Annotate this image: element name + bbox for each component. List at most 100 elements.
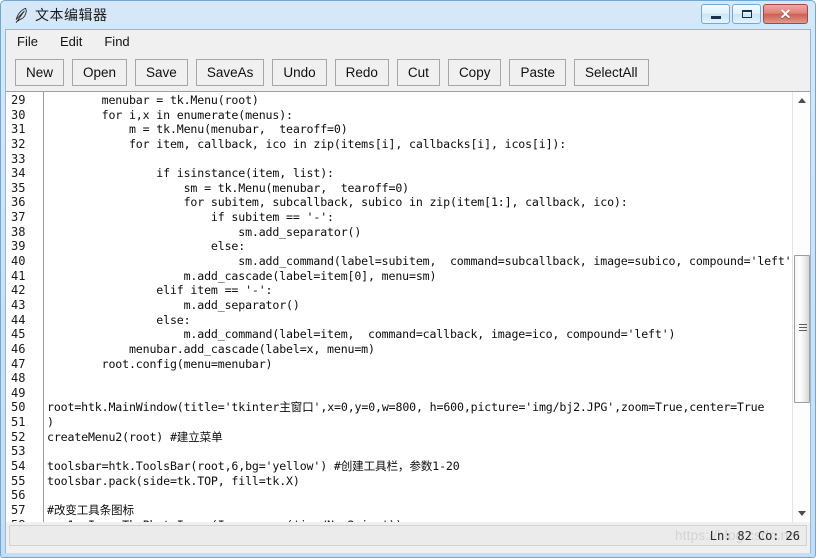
code-line: createMenu2(root) #建立菜单 <box>47 429 223 444</box>
line-number: 57 <box>11 502 26 517</box>
undo-button[interactable]: Undo <box>272 58 327 86</box>
client-area: File Edit Find New Open Save SaveAs Undo… <box>5 29 811 553</box>
cursor-position-indicator: Ln: 82 Co: 26 <box>704 529 800 543</box>
editor-area: 29 30 31 32 33 34 35 36 37 38 39 40 41 42 43 44 45 46 47 48… <box>6 91 810 522</box>
window-controls: ✕ <box>701 4 808 24</box>
code-line: menubar.add_cascade(label=x, menu=m) <box>47 341 375 356</box>
close-button[interactable]: ✕ <box>763 4 808 24</box>
title-bar[interactable]: 文本编辑器 ✕ <box>5 1 811 29</box>
chevron-up-icon <box>798 98 806 103</box>
line-number: 38 <box>11 224 26 239</box>
paste-button[interactable]: Paste <box>509 58 566 86</box>
scroll-down-button[interactable] <box>793 505 810 522</box>
line-number: 33 <box>11 151 26 166</box>
menu-item-file[interactable]: File <box>17 32 49 51</box>
application-window: 文本编辑器 ✕ File Edit Find New Open Save Sav… <box>0 0 816 558</box>
minimize-icon <box>710 15 721 19</box>
code-line: if subitem == '-': <box>47 210 334 225</box>
line-number: 45 <box>11 327 26 342</box>
line-number: 34 <box>11 166 26 181</box>
line-number-gutter: 29 30 31 32 33 34 35 36 37 38 39 40 41 42 43 44 45 46 47 48… <box>6 92 44 522</box>
code-line: sm.add_command(label=subitem, command=su… <box>47 254 791 269</box>
line-number: 31 <box>11 122 26 137</box>
line-number: 55 <box>11 473 26 488</box>
line-number: 50 <box>11 400 26 415</box>
line-label: Ln: <box>709 529 732 543</box>
line-number: 47 <box>11 356 26 371</box>
status-bar: https://blog.csdn.net Ln: 82 Co: 26 <box>6 522 810 553</box>
menu-item-edit[interactable]: Edit <box>60 32 93 51</box>
save-button[interactable]: Save <box>135 58 188 86</box>
line-number: 32 <box>11 136 26 151</box>
redo-button[interactable]: Redo <box>334 58 389 86</box>
line-number: 46 <box>11 341 26 356</box>
maximize-icon <box>741 10 752 18</box>
col-label: Co: <box>757 529 780 543</box>
line-number: 36 <box>11 195 26 210</box>
window-inner: 文本编辑器 ✕ File Edit Find New Open Save Sav… <box>5 1 811 553</box>
code-line: m = tk.Menu(menubar, tearoff=0) <box>47 122 348 137</box>
code-line: else: <box>47 312 191 327</box>
line-number: 48 <box>11 371 26 386</box>
line-number: 43 <box>11 297 26 312</box>
menu-bar: File Edit Find <box>6 30 810 53</box>
line-number: 35 <box>11 180 26 195</box>
line-number: 42 <box>11 283 26 298</box>
code-line: if isinstance(item, list): <box>47 166 334 181</box>
line-number: 40 <box>11 254 26 269</box>
code-line: for subitem, subcallback, subico in zip(… <box>47 195 628 210</box>
code-line: m.add_separator() <box>47 297 300 312</box>
line-number: 54 <box>11 459 26 474</box>
scroll-up-button[interactable] <box>793 92 810 109</box>
cut-button[interactable]: Cut <box>396 58 440 86</box>
code-line: menubar = tk.Menu(root) <box>47 93 259 107</box>
code-line: root=htk.MainWindow(title='tkinter主窗口',x… <box>47 400 765 415</box>
save-as-button[interactable]: SaveAs <box>195 58 265 86</box>
maximize-button[interactable] <box>732 4 761 24</box>
code-line: sm = tk.Menu(menubar, tearoff=0) <box>47 180 410 195</box>
line-number: 41 <box>11 268 26 283</box>
scrollbar-thumb[interactable] <box>794 255 810 403</box>
code-line: toolsbar=htk.ToolsBar(root,6,bg='yellow'… <box>47 459 460 474</box>
close-icon: ✕ <box>779 6 792 22</box>
code-line: toolsbar.pack(side=tk.TOP, fill=tk.X) <box>47 473 300 488</box>
code-line: for item, callback, ico in zip(items[i],… <box>47 136 567 151</box>
scrollbar-grip-icon <box>799 324 807 334</box>
vertical-scrollbar[interactable] <box>792 92 810 522</box>
line-number: 51 <box>11 415 26 430</box>
select-all-button[interactable]: SelectAll <box>573 58 649 86</box>
copy-button[interactable]: Copy <box>447 58 502 86</box>
quill-pen-icon <box>12 6 30 24</box>
code-line: m.add_cascade(label=item[0], menu=sm) <box>47 268 437 283</box>
code-line: for i,x in enumerate(menus): <box>47 107 293 122</box>
code-line: m.add_command(label=item, command=callba… <box>47 327 676 342</box>
open-button[interactable]: Open <box>72 58 128 86</box>
status-panel: https://blog.csdn.net Ln: 82 Co: 26 <box>9 525 807 546</box>
tool-bar: New Open Save SaveAs Undo Redo Cut Copy … <box>6 53 810 91</box>
menu-item-find[interactable]: Find <box>104 32 140 51</box>
line-number: 49 <box>11 385 26 400</box>
code-line: #改变工具条图标 <box>47 502 134 517</box>
line-number: 52 <box>11 429 26 444</box>
code-line: ) <box>47 415 54 430</box>
new-button[interactable]: New <box>15 58 65 86</box>
minimize-button[interactable] <box>701 4 730 24</box>
line-number: 37 <box>11 210 26 225</box>
chevron-down-icon <box>798 511 806 516</box>
code-text-area[interactable]: menubar = tk.Menu(root) for i,x in enume… <box>47 92 791 522</box>
line-number: 30 <box>11 107 26 122</box>
line-number: 53 <box>11 444 26 459</box>
line-number: 56 <box>11 488 26 503</box>
line-number: 29 <box>11 93 26 107</box>
window-title: 文本编辑器 <box>35 8 108 24</box>
line-value: 82 <box>737 529 752 543</box>
code-line: elif item == '-': <box>47 283 273 298</box>
col-value: 26 <box>785 529 800 543</box>
line-number: 39 <box>11 239 26 254</box>
code-line: root.config(menu=menubar) <box>47 356 273 371</box>
